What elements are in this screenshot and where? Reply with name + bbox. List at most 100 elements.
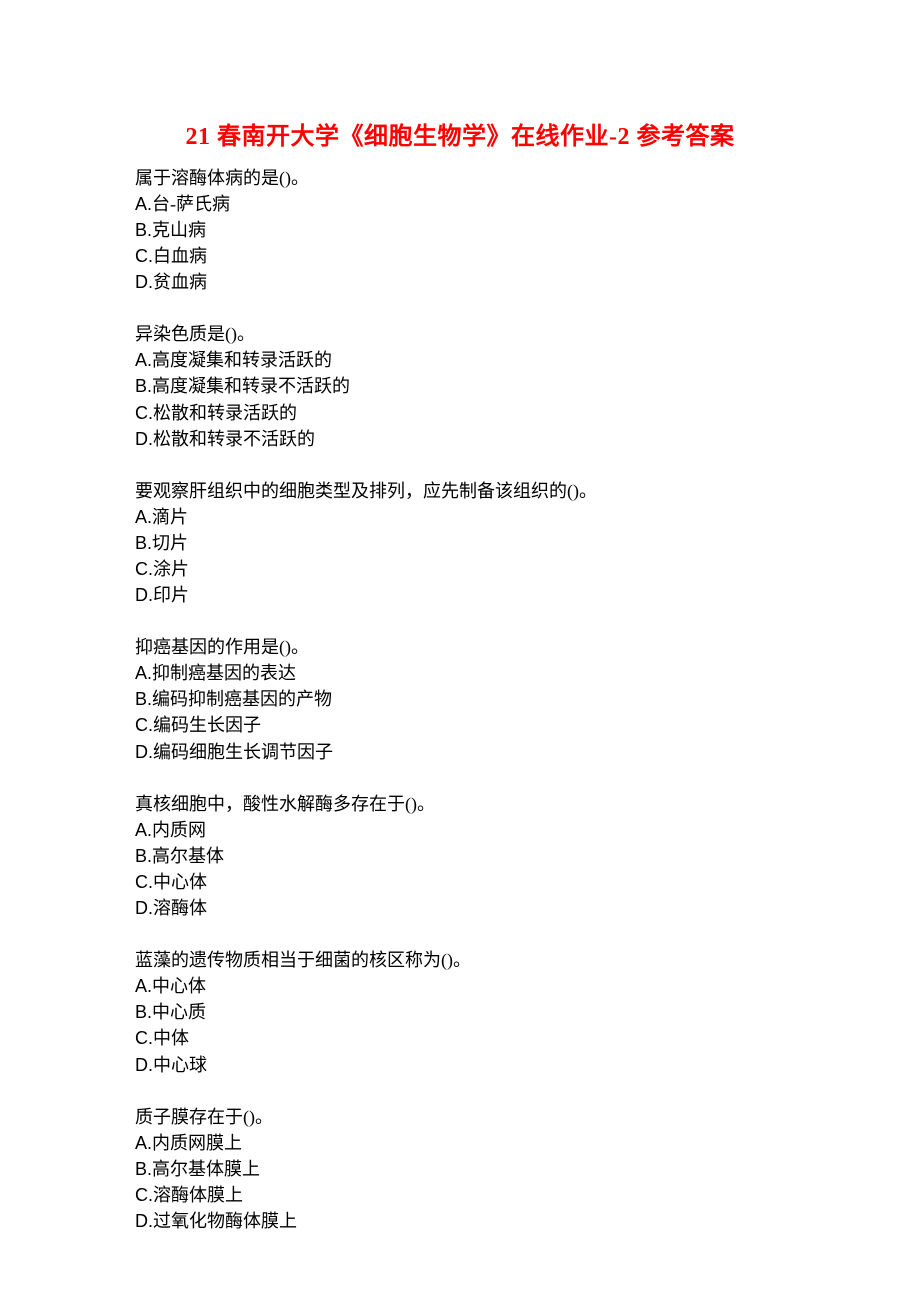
question-option: D.编码细胞生长调节因子 xyxy=(135,739,785,765)
option-label: C. xyxy=(135,1185,153,1205)
option-text: 高度凝集和转录活跃的 xyxy=(152,350,332,370)
question-option: D.贫血病 xyxy=(135,269,785,295)
option-label: D. xyxy=(135,585,153,605)
question-option: C.白血病 xyxy=(135,243,785,269)
questions-list: 属于溶酶体病的是()。A.台-萨氏病B.克山病C.白血病D.贫血病异染色质是()… xyxy=(135,165,785,1234)
option-text: 编码抑制癌基因的产物 xyxy=(152,689,332,709)
option-text: 克山病 xyxy=(152,220,206,240)
question-block: 蓝藻的遗传物质相当于细菌的核区称为()。A.中心体B.中心质C.中体D.中心球 xyxy=(135,947,785,1077)
question-option: B.高尔基体膜上 xyxy=(135,1156,785,1182)
option-label: A. xyxy=(135,976,152,996)
question-block: 属于溶酶体病的是()。A.台-萨氏病B.克山病C.白血病D.贫血病 xyxy=(135,165,785,295)
option-label: C. xyxy=(135,1028,153,1048)
question-block: 要观察肝组织中的细胞类型及排列，应先制备该组织的()。A.滴片B.切片C.涂片D… xyxy=(135,478,785,608)
option-label: C. xyxy=(135,246,153,266)
question-option: A.内质网 xyxy=(135,817,785,843)
option-text: 中心球 xyxy=(153,1055,207,1075)
question-option: C.涂片 xyxy=(135,556,785,582)
question-option: D.松散和转录不活跃的 xyxy=(135,426,785,452)
question-option: A.中心体 xyxy=(135,973,785,999)
option-text: 溶酶体膜上 xyxy=(153,1185,243,1205)
option-text: 松散和转录活跃的 xyxy=(153,403,297,423)
option-text: 印片 xyxy=(153,585,189,605)
option-text: 中心质 xyxy=(152,1002,206,1022)
option-label: B. xyxy=(135,376,152,396)
option-label: A. xyxy=(135,350,152,370)
option-label: D. xyxy=(135,272,153,292)
question-option: B.中心质 xyxy=(135,999,785,1025)
option-text: 内质网 xyxy=(152,820,206,840)
option-label: C. xyxy=(135,559,153,579)
option-label: A. xyxy=(135,194,152,214)
question-option: D.过氧化物酶体膜上 xyxy=(135,1208,785,1234)
question-option: D.印片 xyxy=(135,582,785,608)
option-text: 中心体 xyxy=(152,976,206,996)
option-label: A. xyxy=(135,507,152,527)
question-stem: 属于溶酶体病的是()。 xyxy=(135,165,785,191)
option-label: B. xyxy=(135,1159,152,1179)
document-page: 21 春南开大学《细胞生物学》在线作业-2 参考答案 属于溶酶体病的是()。A.… xyxy=(0,0,920,1314)
option-label: D. xyxy=(135,898,153,918)
option-text: 内质网膜上 xyxy=(152,1133,242,1153)
option-label: D. xyxy=(135,1211,153,1231)
option-label: B. xyxy=(135,220,152,240)
option-label: B. xyxy=(135,533,152,553)
option-label: B. xyxy=(135,846,152,866)
question-block: 质子膜存在于()。A.内质网膜上B.高尔基体膜上C.溶酶体膜上D.过氧化物酶体膜… xyxy=(135,1104,785,1234)
question-option: B.高度凝集和转录不活跃的 xyxy=(135,373,785,399)
question-option: D.中心球 xyxy=(135,1052,785,1078)
option-text: 溶酶体 xyxy=(153,898,207,918)
option-text: 台-萨氏病 xyxy=(152,194,230,214)
option-label: C. xyxy=(135,403,153,423)
option-label: A. xyxy=(135,663,152,683)
question-option: D.溶酶体 xyxy=(135,895,785,921)
option-text: 高尔基体 xyxy=(152,846,224,866)
option-text: 高度凝集和转录不活跃的 xyxy=(152,376,350,396)
question-option: B.高尔基体 xyxy=(135,843,785,869)
option-label: A. xyxy=(135,1133,152,1153)
option-text: 涂片 xyxy=(153,559,189,579)
question-option: C.中心体 xyxy=(135,869,785,895)
option-text: 中心体 xyxy=(153,872,207,892)
question-stem: 蓝藻的遗传物质相当于细菌的核区称为()。 xyxy=(135,947,785,973)
question-option: C.松散和转录活跃的 xyxy=(135,400,785,426)
question-option: A.台-萨氏病 xyxy=(135,191,785,217)
question-option: C.中体 xyxy=(135,1025,785,1051)
option-label: D. xyxy=(135,742,153,762)
option-text: 滴片 xyxy=(152,507,188,527)
option-label: D. xyxy=(135,429,153,449)
option-label: C. xyxy=(135,872,153,892)
option-label: B. xyxy=(135,689,152,709)
question-block: 抑癌基因的作用是()。A.抑制癌基因的表达B.编码抑制癌基因的产物C.编码生长因… xyxy=(135,634,785,764)
option-text: 白血病 xyxy=(153,246,207,266)
question-option: A.内质网膜上 xyxy=(135,1130,785,1156)
question-option: A.滴片 xyxy=(135,504,785,530)
option-label: C. xyxy=(135,715,153,735)
option-text: 高尔基体膜上 xyxy=(152,1159,260,1179)
question-option: A.抑制癌基因的表达 xyxy=(135,660,785,686)
question-option: C.编码生长因子 xyxy=(135,712,785,738)
option-text: 编码细胞生长调节因子 xyxy=(153,742,333,762)
question-stem: 异染色质是()。 xyxy=(135,321,785,347)
option-text: 抑制癌基因的表达 xyxy=(152,663,296,683)
option-text: 中体 xyxy=(153,1028,189,1048)
question-option: B.编码抑制癌基因的产物 xyxy=(135,686,785,712)
option-label: B. xyxy=(135,1002,152,1022)
question-option: C.溶酶体膜上 xyxy=(135,1182,785,1208)
question-stem: 要观察肝组织中的细胞类型及排列，应先制备该组织的()。 xyxy=(135,478,785,504)
question-stem: 质子膜存在于()。 xyxy=(135,1104,785,1130)
question-option: A.高度凝集和转录活跃的 xyxy=(135,347,785,373)
question-block: 异染色质是()。A.高度凝集和转录活跃的B.高度凝集和转录不活跃的C.松散和转录… xyxy=(135,321,785,451)
option-text: 松散和转录不活跃的 xyxy=(153,429,315,449)
option-label: A. xyxy=(135,820,152,840)
question-block: 真核细胞中，酸性水解酶多存在于()。A.内质网B.高尔基体C.中心体D.溶酶体 xyxy=(135,791,785,921)
question-option: B.切片 xyxy=(135,530,785,556)
question-stem: 抑癌基因的作用是()。 xyxy=(135,634,785,660)
option-text: 过氧化物酶体膜上 xyxy=(153,1211,297,1231)
option-label: D. xyxy=(135,1055,153,1075)
question-stem: 真核细胞中，酸性水解酶多存在于()。 xyxy=(135,791,785,817)
option-text: 切片 xyxy=(152,533,188,553)
option-text: 编码生长因子 xyxy=(153,715,261,735)
option-text: 贫血病 xyxy=(153,272,207,292)
question-option: B.克山病 xyxy=(135,217,785,243)
